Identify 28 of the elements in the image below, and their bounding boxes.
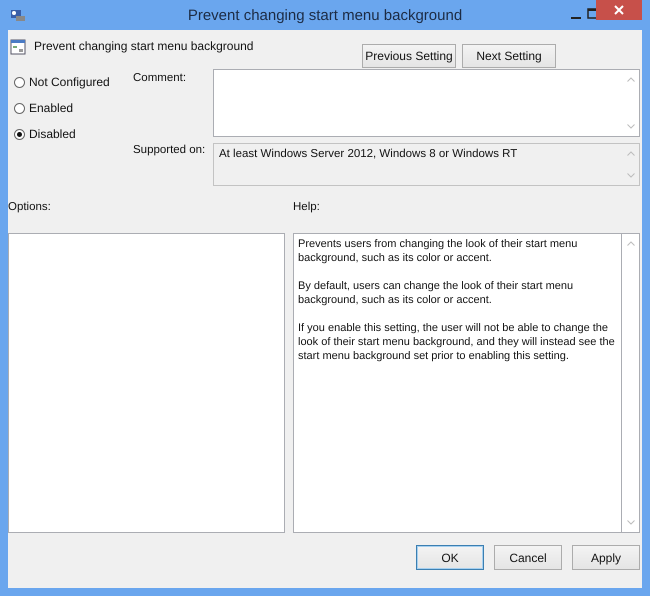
help-label: Help:	[293, 201, 320, 215]
state-radio[interactable]: Disabled	[14, 127, 126, 141]
supported-label: Supported on:	[133, 144, 206, 156]
options-label: Options:	[8, 201, 52, 215]
nav-button[interactable]: Next Setting	[462, 44, 556, 68]
help-paragraph: By default, users can change the look of their start menu background, such as its color or accent.	[298, 279, 574, 307]
radio-circle[interactable]	[14, 102, 25, 114]
radio-circle[interactable]	[14, 76, 25, 88]
comment-label: Comment:	[133, 72, 186, 84]
setting-name: Prevent changing start menu background	[34, 39, 254, 53]
dialog-button[interactable]: Apply	[572, 545, 640, 570]
radio-label[interactable]: Disabled	[29, 127, 76, 141]
help-paragraph: Prevents users from changing the look of their start menu background, such as its color or accent.	[298, 237, 578, 265]
help-paragraph: If you enable this setting, the user will not be able to change the look of their start menu background, and they will instead see the start menu background set prior to enabling this setting.	[298, 321, 616, 363]
supported-text: At least Windows Server 2012, Windows 8 or Windows RT	[218, 147, 518, 162]
nav-button[interactable]: Previous Setting	[362, 44, 456, 68]
policy-icon	[10, 39, 26, 55]
close-button[interactable]	[596, 0, 642, 20]
app-icon	[10, 8, 26, 22]
dialog-button[interactable]: Cancel	[494, 545, 562, 570]
window-title: Prevent changing start menu background	[186, 6, 464, 24]
radio-label[interactable]: Enabled	[29, 101, 74, 115]
state-radio[interactable]: Not Configured	[14, 75, 126, 89]
radio-circle[interactable]	[14, 128, 25, 140]
dialog-button[interactable]: OK	[416, 545, 484, 570]
state-radio[interactable]: Enabled	[14, 101, 126, 115]
close-icon[interactable]	[614, 5, 624, 15]
radio-label[interactable]: Not Configured	[29, 75, 110, 89]
